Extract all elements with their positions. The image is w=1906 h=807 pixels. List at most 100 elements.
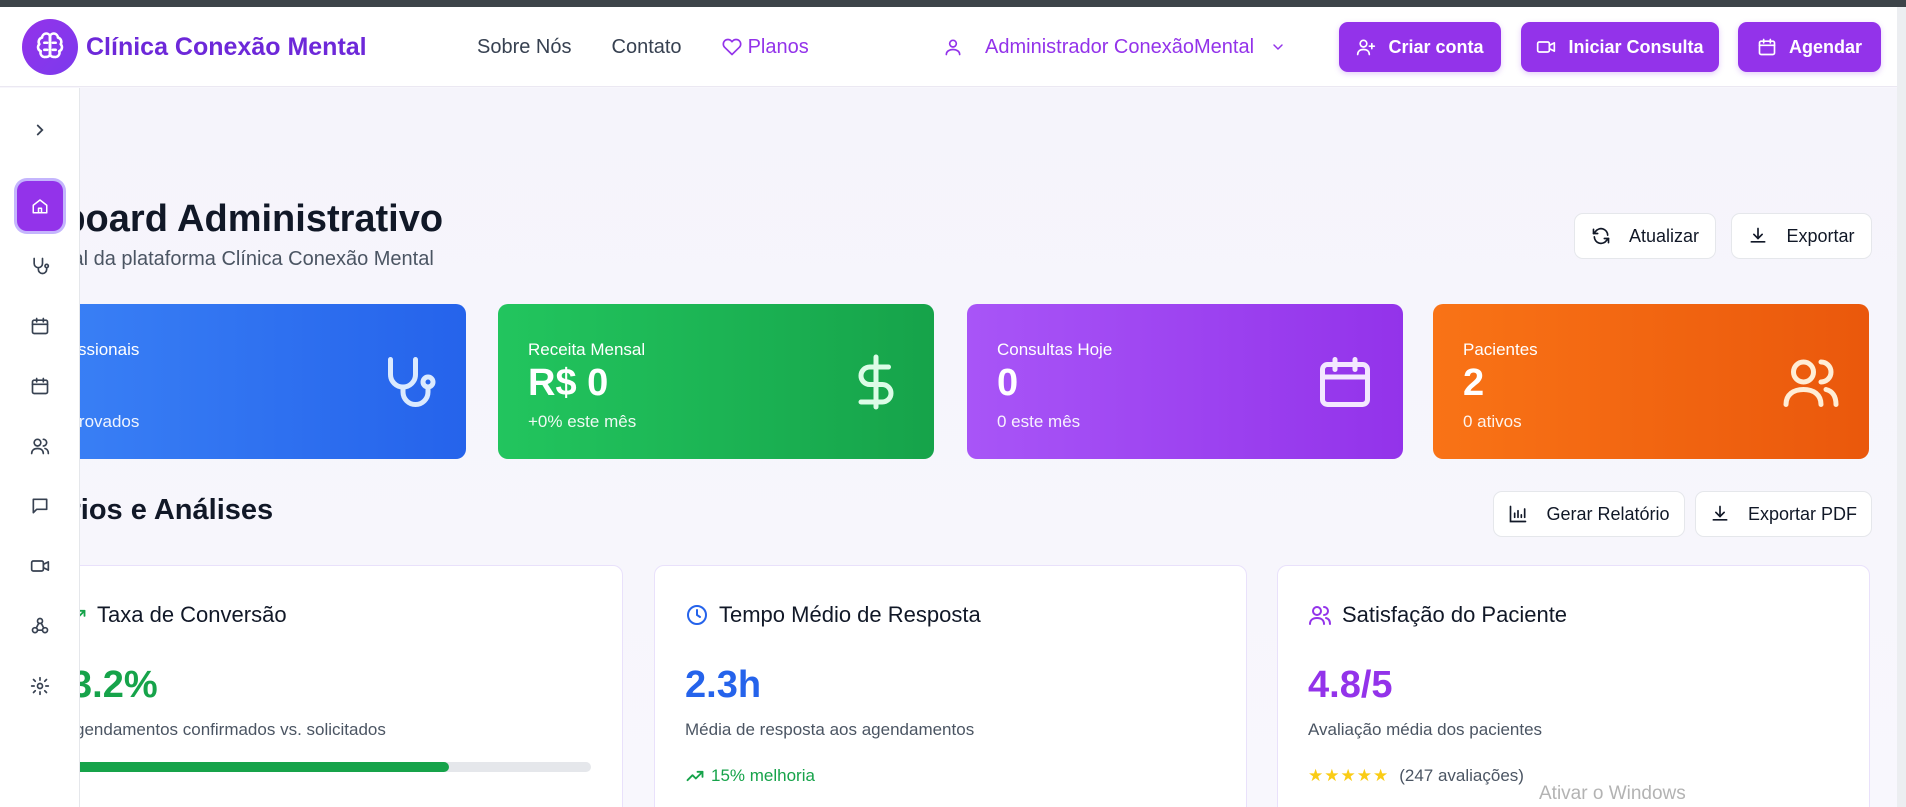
top-header: Clínica Conexão Mental Sobre Nós Contato… (0, 7, 1897, 87)
schedule-button[interactable]: Agendar (1738, 22, 1881, 72)
brand-logo[interactable]: Clínica Conexão Mental (22, 19, 367, 75)
users-icon (30, 438, 50, 455)
start-consult-button[interactable]: Iniciar Consulta (1521, 22, 1719, 72)
bar-chart-icon (1510, 505, 1527, 523)
calendar-icon (31, 317, 49, 335)
create-account-label: Criar conta (1388, 36, 1484, 57)
sidebar-item-settings[interactable] (20, 666, 60, 706)
card-conversion-rate: Taxa de Conversão 3.2% gendamentos confi… (30, 565, 623, 807)
sidebar-toggle[interactable] (20, 110, 60, 150)
schedule-label: Agendar (1788, 36, 1862, 57)
progress-fill (61, 762, 449, 772)
refresh-button[interactable]: Atualizar (1574, 213, 1716, 259)
stethoscope-icon (388, 357, 436, 407)
sidebar-item-professionals[interactable] (20, 246, 60, 286)
sidebar-item-webhooks[interactable] (20, 606, 60, 646)
users-icon (1783, 359, 1839, 407)
refresh-icon (1592, 227, 1610, 245)
window-top-strip (0, 0, 1906, 7)
card-title: Taxa de Conversão (67, 602, 287, 628)
calendar-icon (1758, 38, 1776, 56)
sidebar (0, 88, 80, 807)
start-consult-label: Iniciar Consulta (1568, 36, 1704, 57)
trend-indicator: 15% melhoria (685, 766, 815, 786)
star-rating: ★★★★★ (1308, 766, 1390, 785)
stat-sub: 0 este mês (997, 412, 1081, 431)
users-icon (1309, 606, 1331, 625)
calendar-icon (1320, 357, 1370, 407)
download-icon (1750, 227, 1766, 243)
chevron-down-icon (1273, 44, 1283, 51)
nav-contato[interactable]: Contato (612, 36, 682, 59)
windows-activation-watermark: Ativar o Windows (1539, 783, 1686, 804)
main-nav: Sobre Nós Contato Planos (477, 7, 849, 87)
scrollbar-track[interactable] (1897, 7, 1906, 807)
sidebar-item-home[interactable] (17, 181, 63, 231)
main-content: shboard Administrativo ole total da plat… (0, 88, 1897, 807)
card-value: 3.2% (71, 664, 158, 706)
calendar-icon (31, 377, 49, 395)
message-icon (32, 498, 48, 514)
card-value: 2.3h (685, 664, 762, 706)
home-icon (32, 199, 48, 214)
stat-label: Receita Mensal (528, 340, 646, 359)
export-button[interactable]: Exportar (1731, 213, 1872, 259)
download-icon (1712, 505, 1728, 521)
trending-up-icon (686, 770, 704, 782)
video-icon (1537, 41, 1556, 53)
sidebar-item-video[interactable] (20, 546, 60, 586)
card-title: Satisfação do Paciente (1308, 602, 1567, 628)
stat-sub: +0% este mês (528, 412, 637, 431)
create-account-button[interactable]: Criar conta (1339, 22, 1501, 72)
sidebar-item-calendar[interactable] (20, 306, 60, 346)
trend-label: 15% melhoria (711, 766, 815, 785)
card-response-time: Tempo Médio de Resposta 2.3h Média de re… (654, 565, 1247, 807)
user-menu[interactable]: Administrador ConexãoMental (943, 7, 1286, 87)
stat-card-consultations: Consultas Hoje 0 0 este mês (967, 304, 1403, 459)
export-pdf-button[interactable]: Exportar PDF (1695, 491, 1872, 537)
stat-label: Consultas Hoje (997, 340, 1113, 359)
sidebar-item-schedule[interactable] (20, 366, 60, 406)
refresh-label: Atualizar (1628, 225, 1700, 246)
rating-row: ★★★★★ (247 avaliações) (1308, 766, 1524, 786)
card-description: Avaliação média dos pacientes (1308, 720, 1543, 739)
nav-planos-label: Planos (747, 35, 809, 58)
webhook-icon (31, 617, 49, 634)
nav-planos[interactable]: Planos (722, 36, 809, 59)
card-description: gendamentos confirmados vs. solicitados (75, 720, 386, 739)
card-patient-satisfaction: Satisfação do Paciente 4.8/5 Avaliação m… (1277, 565, 1870, 807)
stat-value: 2 (1463, 362, 1485, 404)
review-count: (247 avaliações) (1399, 766, 1524, 785)
stat-card-professionals: ofissionais aprovados (30, 304, 466, 459)
page-title: shboard Administrativo (18, 198, 444, 240)
chevron-right-icon (36, 124, 44, 136)
conversion-progress-bar (61, 762, 591, 772)
sidebar-item-messages[interactable] (20, 486, 60, 526)
heart-icon (722, 38, 742, 56)
brand-name: Clínica Conexão Mental (86, 32, 367, 61)
gear-icon (30, 676, 50, 696)
page-subtitle: ole total da plataforma Clínica Conexão … (18, 248, 434, 270)
stat-card-patients: Pacientes 2 0 ativos (1433, 304, 1869, 459)
nav-sobre-nos[interactable]: Sobre Nós (477, 36, 572, 59)
stat-card-revenue: Receita Mensal R$ 0 +0% este mês (498, 304, 934, 459)
export-pdf-label: Exportar PDF (1747, 503, 1858, 524)
stat-label: Pacientes (1463, 340, 1538, 359)
stat-sub: 0 ativos (1463, 412, 1522, 431)
card-title-label: Tempo Médio de Resposta (719, 602, 981, 627)
clock-icon (687, 605, 707, 625)
user-icon (945, 39, 961, 56)
stethoscope-icon (33, 257, 50, 275)
export-label: Exportar (1786, 225, 1855, 246)
generate-report-button[interactable]: Gerar Relatório (1493, 491, 1685, 537)
card-value: 4.8/5 (1308, 664, 1393, 706)
card-title-label: Taxa de Conversão (97, 602, 287, 627)
user-name: Administrador ConexãoMental (985, 35, 1255, 58)
generate-report-label: Gerar Relatório (1546, 503, 1670, 524)
user-plus-icon (1357, 39, 1376, 56)
brain-icon (22, 19, 78, 75)
sidebar-item-patients[interactable] (20, 426, 60, 466)
dollar-icon (858, 354, 894, 410)
video-icon (30, 560, 50, 572)
card-description: Média de resposta aos agendamentos (685, 720, 975, 739)
